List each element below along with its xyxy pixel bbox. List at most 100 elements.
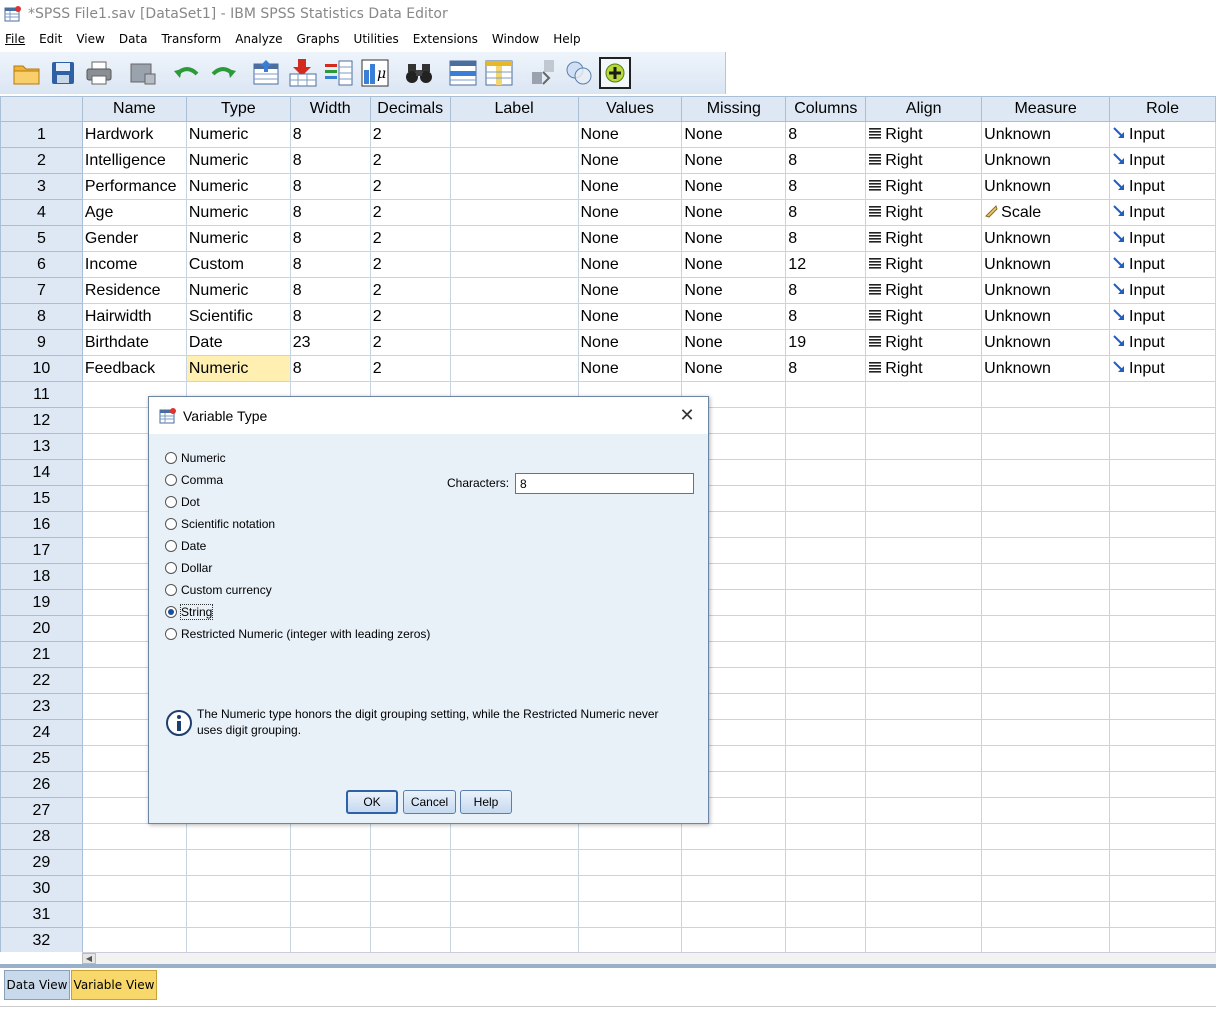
cell-measure[interactable] [981, 563, 1111, 590]
cell-type[interactable]: Numeric [185, 173, 291, 200]
cell-columns[interactable] [785, 771, 867, 798]
cell-measure[interactable] [981, 537, 1111, 564]
cell-role[interactable] [1109, 745, 1216, 772]
cell-measure[interactable] [981, 589, 1111, 616]
cell-label[interactable] [449, 901, 579, 928]
cell-align[interactable]: Right [865, 329, 983, 356]
cell-type[interactable] [185, 823, 291, 850]
cell-measure[interactable]: Unknown [981, 277, 1111, 304]
cell-missing[interactable] [681, 927, 787, 952]
cell-columns[interactable] [785, 459, 867, 486]
cell-role[interactable] [1109, 849, 1216, 876]
cell-align[interactable] [865, 459, 983, 486]
insert-cases-button[interactable] [446, 56, 480, 90]
cell-name[interactable]: Income [81, 251, 187, 278]
cell-decimals[interactable]: 2 [369, 199, 451, 226]
cell-name[interactable]: Hairwidth [81, 303, 187, 330]
cell-decimals[interactable]: 2 [369, 251, 451, 278]
cell-columns[interactable] [785, 407, 867, 434]
cell-align[interactable] [865, 485, 983, 512]
header-label[interactable]: Label [449, 96, 579, 122]
row-number[interactable]: 7 [0, 277, 83, 304]
row-number[interactable]: 21 [0, 641, 83, 668]
cell-decimals[interactable]: 2 [369, 225, 451, 252]
cell-name[interactable]: Birthdate [81, 329, 187, 356]
row-number[interactable]: 12 [0, 407, 83, 434]
cell-label[interactable] [449, 823, 579, 850]
cell-type[interactable]: Custom [185, 251, 291, 278]
cell-measure[interactable] [981, 511, 1111, 538]
cell-label[interactable] [449, 147, 579, 174]
dialog-recall-button[interactable] [126, 56, 160, 90]
cell-columns[interactable] [785, 745, 867, 772]
menu-extensions[interactable]: Extensions [408, 32, 487, 46]
cell-columns[interactable] [785, 641, 867, 668]
cell-label[interactable] [449, 303, 579, 330]
close-icon[interactable]: ✕ [678, 406, 696, 424]
cell-measure[interactable] [981, 459, 1111, 486]
row-number[interactable]: 30 [0, 875, 83, 902]
cell-measure[interactable] [981, 797, 1111, 824]
cell-columns[interactable] [785, 849, 867, 876]
cell-width[interactable]: 8 [289, 303, 371, 330]
radio-dollar[interactable]: Dollar [165, 557, 430, 579]
cell-width[interactable] [289, 875, 371, 902]
radio-button[interactable] [165, 584, 177, 596]
cell-measure[interactable]: Unknown [981, 303, 1111, 330]
radio-button[interactable] [165, 452, 177, 464]
cell-columns[interactable] [785, 511, 867, 538]
undo-button[interactable] [170, 56, 204, 90]
cell-columns[interactable]: 8 [785, 225, 867, 252]
cell-role[interactable] [1109, 823, 1216, 850]
cell-align[interactable] [865, 589, 983, 616]
cell-align[interactable]: Right [865, 121, 983, 148]
header-width[interactable]: Width [289, 96, 371, 122]
menu-view[interactable]: View [71, 32, 113, 46]
cell-width[interactable]: 8 [289, 225, 371, 252]
cell-align[interactable] [865, 407, 983, 434]
cell-role[interactable]: Input [1109, 121, 1216, 148]
cell-columns[interactable] [785, 589, 867, 616]
cell-label[interactable] [449, 927, 579, 952]
menu-window[interactable]: Window [487, 32, 548, 46]
cell-decimals[interactable]: 2 [369, 329, 451, 356]
cell-type[interactable]: Numeric [185, 199, 291, 226]
row-number[interactable]: 3 [0, 173, 83, 200]
cell-role[interactable]: Input [1109, 199, 1216, 226]
cell-values[interactable]: None [577, 329, 683, 356]
cell-columns[interactable]: 8 [785, 303, 867, 330]
cell-label[interactable] [449, 849, 579, 876]
cell-role[interactable] [1109, 927, 1216, 952]
menu-graphs[interactable]: Graphs [291, 32, 348, 46]
cell-measure[interactable] [981, 381, 1111, 408]
cell-name[interactable]: Residence [81, 277, 187, 304]
cell-columns[interactable]: 12 [785, 251, 867, 278]
cell-decimals[interactable] [369, 927, 451, 952]
header-missing[interactable]: Missing [681, 96, 787, 122]
cell-role[interactable] [1109, 485, 1216, 512]
cell-role[interactable] [1109, 407, 1216, 434]
cell-measure[interactable] [981, 485, 1111, 512]
cell-type[interactable] [185, 875, 291, 902]
radio-string[interactable]: String [165, 601, 430, 623]
radio-button[interactable] [165, 562, 177, 574]
cell-width[interactable]: 8 [289, 173, 371, 200]
row-number[interactable]: 10 [0, 355, 83, 382]
cell-align[interactable] [865, 693, 983, 720]
cell-role[interactable] [1109, 901, 1216, 928]
cell-width[interactable]: 8 [289, 199, 371, 226]
cell-role[interactable] [1109, 667, 1216, 694]
header-type[interactable]: Type [185, 96, 291, 122]
cell-missing[interactable]: None [681, 277, 787, 304]
cell-label[interactable] [449, 875, 579, 902]
cell-align[interactable] [865, 797, 983, 824]
cell-width[interactable]: 8 [289, 355, 371, 382]
cell-measure[interactable]: Unknown [981, 147, 1111, 174]
goto-variable-button[interactable] [286, 56, 320, 90]
cell-role[interactable] [1109, 381, 1216, 408]
insert-variable-button[interactable] [482, 56, 516, 90]
cell-values[interactable] [577, 901, 683, 928]
cell-columns[interactable] [785, 927, 867, 952]
cell-align[interactable] [865, 433, 983, 460]
radio-custom-currency[interactable]: Custom currency [165, 579, 430, 601]
